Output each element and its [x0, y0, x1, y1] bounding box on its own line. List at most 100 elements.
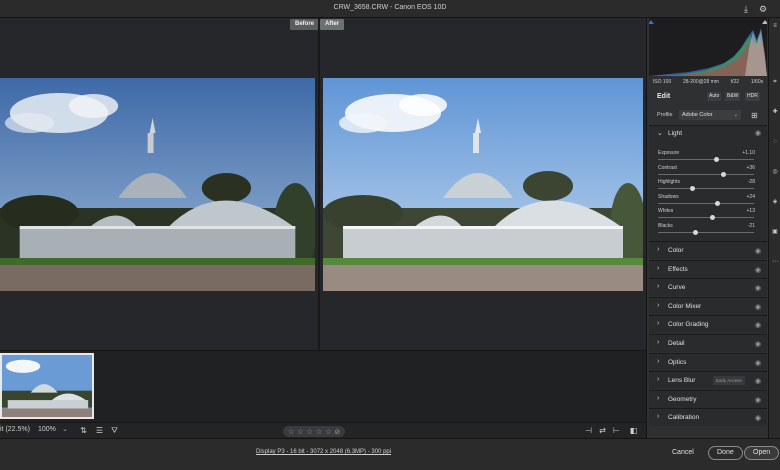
copy-settings-icon[interactable]: ⊢: [611, 425, 622, 436]
color-mixer-section[interactable]: › Color Mixer ◉: [649, 296, 767, 315]
star-icon[interactable]: ☆: [316, 428, 322, 436]
slider-highlights[interactable]: Highlights -28: [657, 179, 759, 194]
slider-track[interactable]: [658, 231, 754, 233]
eye-icon[interactable]: ◉: [755, 340, 761, 348]
eye-icon[interactable]: ◉: [755, 321, 761, 329]
color-grading-section[interactable]: › Color Grading ◉: [649, 315, 767, 334]
profile-select[interactable]: Adobe Color ⌄: [679, 110, 741, 120]
zoom-dropdown-icon[interactable]: ⌄: [62, 425, 68, 433]
bw-button[interactable]: B&W: [725, 92, 741, 101]
chevron-right-icon: ›: [657, 376, 660, 384]
light-section-header[interactable]: ⌄ Light ◉: [649, 126, 767, 141]
star-icon[interactable]: ☆: [288, 428, 294, 436]
curve-section[interactable]: › Curve ◉: [649, 278, 767, 297]
eye-icon[interactable]: ◉: [755, 359, 761, 367]
save-icon[interactable]: ⤓: [740, 3, 752, 15]
auto-button[interactable]: Auto: [707, 92, 722, 101]
slider-label: Blacks: [658, 222, 673, 229]
eye-icon[interactable]: ◉: [755, 414, 761, 422]
eye-icon[interactable]: ◉: [755, 266, 761, 274]
color-section[interactable]: › Color ◉: [649, 241, 767, 259]
eye-icon[interactable]: ◉: [755, 396, 761, 404]
profile-browser-icon[interactable]: ⊞: [751, 111, 760, 120]
lens-blur-section[interactable]: › Lens Blur Early Access ◉: [649, 371, 767, 390]
cancel-button[interactable]: Cancel: [664, 446, 702, 460]
camera-info: ISO 100 28-200@28 mm f/22 1/60s: [647, 76, 769, 88]
done-button[interactable]: Done: [708, 446, 743, 460]
slider-shadows[interactable]: Shadows +24: [657, 194, 759, 209]
fit-zoom-label[interactable]: it (22.5%): [0, 426, 30, 433]
effects-section[interactable]: › Effects ◉: [649, 259, 767, 278]
eye-icon[interactable]: ◉: [755, 377, 761, 385]
snapshot-tool-icon[interactable]: ▣: [771, 228, 779, 236]
light-section: ⌄ Light ◉ Exposure +1.10 Contrast +36 Highli…: [649, 125, 767, 249]
section-label: Lens Blur: [668, 377, 696, 385]
eye-icon[interactable]: ◉: [755, 129, 761, 137]
slider-whites[interactable]: Whites +13: [657, 208, 759, 223]
swap-icon[interactable]: ⇄: [597, 425, 608, 436]
aperture-value: f/22: [730, 79, 740, 85]
slider-handle[interactable]: [693, 229, 699, 235]
slider-value[interactable]: +1.10: [742, 150, 755, 156]
crop-tool-icon[interactable]: ⌗: [771, 78, 779, 86]
slider-exposure[interactable]: Exposure +1.10: [657, 150, 759, 165]
slider-track[interactable]: [658, 217, 754, 218]
star-icon[interactable]: ☆: [325, 428, 331, 436]
geometry-section[interactable]: › Geometry ◉: [649, 389, 767, 408]
slider-value[interactable]: +13: [747, 208, 755, 214]
reject-icon[interactable]: ⊘: [334, 428, 340, 436]
chevron-right-icon: ›: [657, 264, 660, 272]
presets-tool-icon[interactable]: ◈: [771, 198, 779, 206]
slider-value[interactable]: +36: [747, 165, 755, 171]
eye-icon[interactable]: ◉: [755, 303, 761, 311]
filter-icon[interactable]: ⛛: [109, 425, 120, 436]
chevron-right-icon: ›: [657, 394, 660, 402]
gear-icon[interactable]: ⚙: [757, 3, 769, 15]
edit-tool-icon[interactable]: ≡: [771, 22, 779, 30]
list-icon[interactable]: ☰: [94, 425, 105, 436]
slider-handle[interactable]: [720, 171, 726, 177]
heal-tool-icon[interactable]: ✚: [771, 108, 779, 116]
before-button[interactable]: Before: [290, 19, 320, 30]
slider-track[interactable]: [658, 202, 754, 204]
slider-value[interactable]: -21: [748, 223, 755, 229]
before-after-view-icon[interactable]: ◧: [628, 425, 639, 436]
sort-icon[interactable]: ⇅: [78, 425, 89, 436]
slider-contrast[interactable]: Contrast +36: [657, 165, 759, 180]
split-divider[interactable]: [318, 18, 320, 350]
slider-handle[interactable]: [690, 186, 696, 191]
edit-panel: ISO 100 28-200@28 mm f/22 1/60s Edit Aut…: [646, 18, 768, 438]
redeye-tool-icon[interactable]: ◎: [771, 168, 779, 176]
slider-value[interactable]: +24: [747, 194, 755, 200]
slider-handle[interactable]: [714, 157, 720, 162]
slider-handle[interactable]: [709, 215, 715, 220]
star-icon[interactable]: ☆: [307, 428, 313, 436]
zoom-level[interactable]: 100%: [38, 426, 56, 433]
star-rating[interactable]: ☆ ☆ ☆ ☆ ☆ ⊘: [283, 426, 346, 437]
slider-value[interactable]: -28: [748, 179, 755, 185]
section-label: Color Grading: [668, 321, 709, 329]
section-label: Effects: [668, 265, 688, 273]
slider-blacks[interactable]: Blacks -21: [657, 223, 759, 238]
slider-track[interactable]: [658, 188, 754, 189]
workflow-options-link[interactable]: Display P3 - 16 bit - 3072 x 2048 (6.3MP…: [256, 449, 391, 455]
section-label: Color Mixer: [668, 302, 702, 310]
section-label: Detail: [668, 340, 685, 347]
section-label: Color: [668, 247, 684, 254]
hdr-button[interactable]: HDR: [745, 92, 760, 101]
open-button[interactable]: Open: [744, 446, 780, 460]
after-button[interactable]: After: [320, 19, 345, 30]
slider-handle[interactable]: [715, 200, 721, 206]
mask-tool-icon[interactable]: ◌: [771, 138, 779, 146]
star-icon[interactable]: ☆: [297, 428, 303, 436]
calibration-section[interactable]: › Calibration ◉: [649, 408, 767, 427]
optics-section[interactable]: › Optics ◉: [649, 352, 767, 371]
detail-section[interactable]: › Detail ◉: [649, 334, 767, 352]
filmstrip-thumbnail[interactable]: [0, 353, 94, 419]
more-icon[interactable]: ⋯: [771, 258, 779, 266]
slider-track[interactable]: [658, 159, 754, 160]
split-view-icon[interactable]: ⊣: [583, 425, 594, 436]
slider-track[interactable]: [658, 173, 754, 175]
eye-icon[interactable]: ◉: [755, 247, 761, 255]
eye-icon[interactable]: ◉: [755, 284, 761, 292]
